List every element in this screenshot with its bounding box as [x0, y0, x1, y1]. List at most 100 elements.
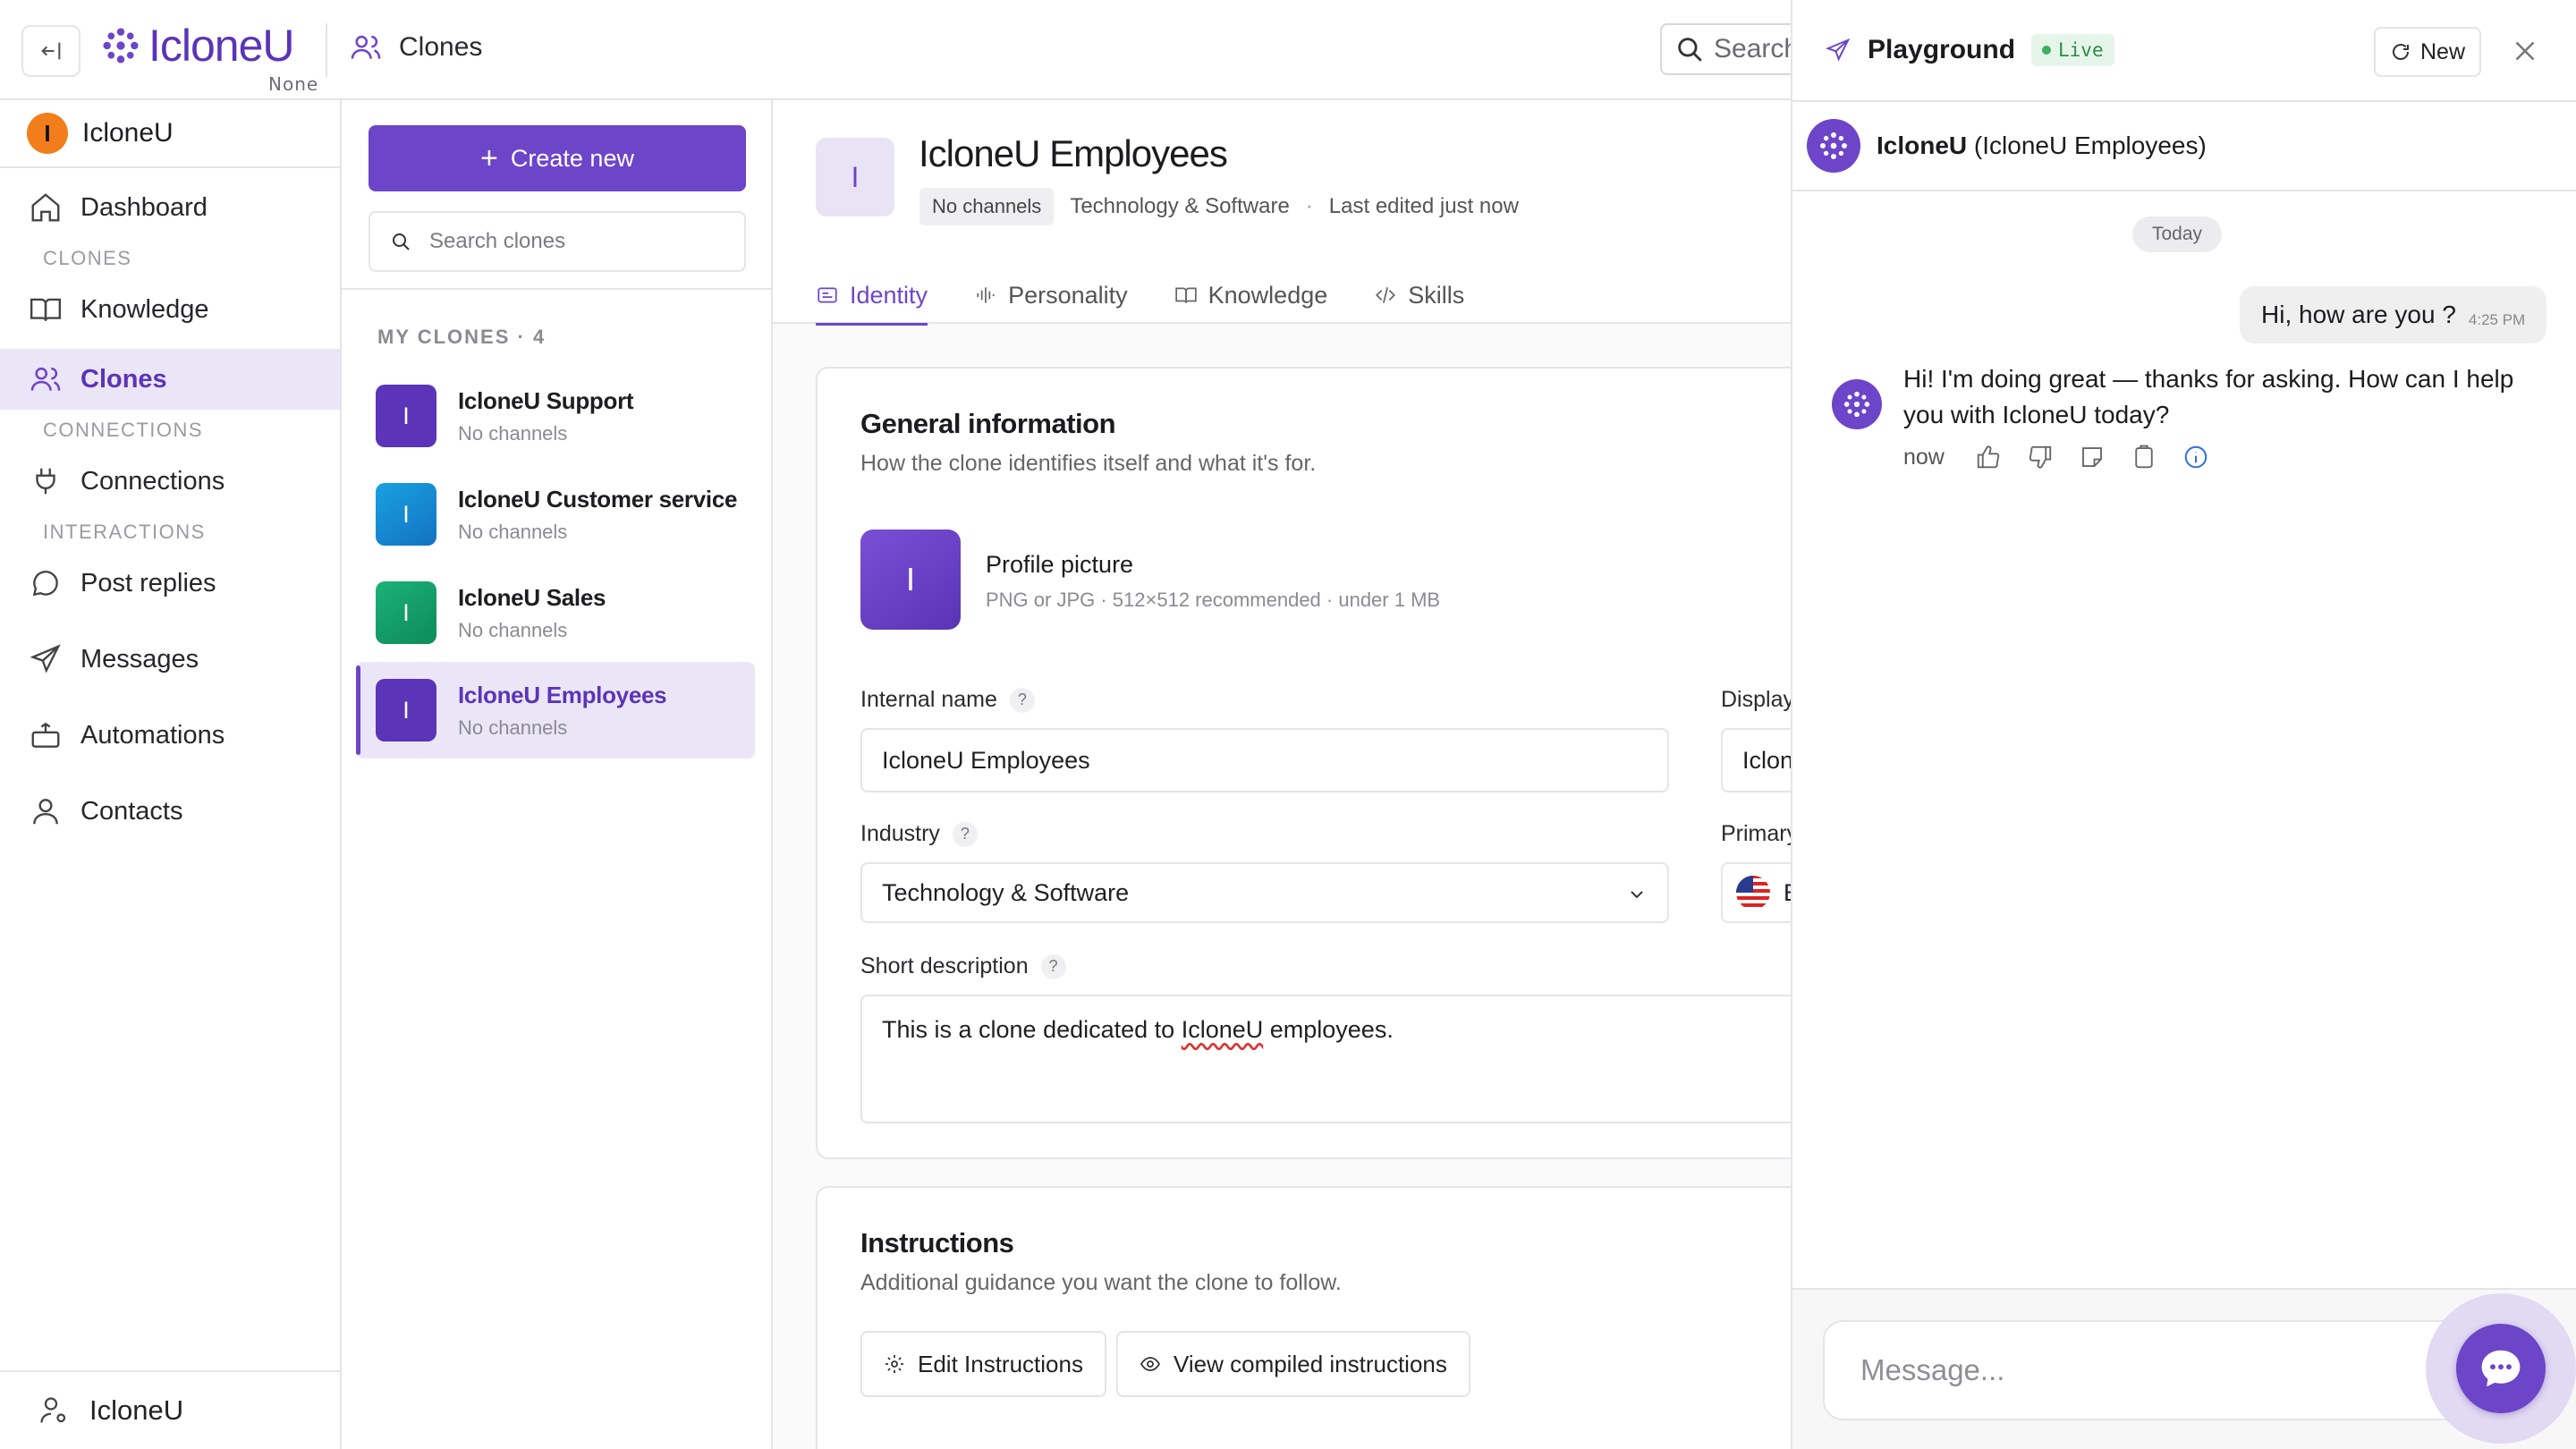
thumbs-up-icon[interactable] — [1975, 444, 2002, 470]
primary-language-select[interactable]: Eng — [1721, 862, 1791, 923]
tab-label: Knowledge — [1208, 281, 1328, 309]
brand-name: IcloneU — [148, 21, 295, 71]
select-value: Eng — [1784, 879, 1791, 907]
thumbs-down-icon[interactable] — [2027, 444, 2054, 470]
desc-text: This is a clone dedicated to — [882, 1016, 1182, 1043]
card-subtitle: Additional guidance you want the clone t… — [860, 1270, 1342, 1295]
industry-select[interactable]: Technology & Software — [860, 862, 1669, 923]
clone-item-sales[interactable]: I IcloneU Sales No channels — [356, 564, 755, 661]
sidebar-item-label: Connections — [80, 466, 225, 496]
help-icon[interactable]: ? — [1040, 953, 1066, 979]
sidebar-item-messages[interactable]: Messages — [0, 629, 340, 690]
org-switcher[interactable]: I IcloneU — [0, 100, 340, 168]
note-icon[interactable] — [2079, 444, 2106, 470]
input-placeholder: Message... — [1860, 1353, 2005, 1386]
book-icon — [1174, 287, 1197, 303]
book-icon — [30, 298, 62, 321]
top-bar: IcloneU None Clones Search — [0, 0, 1839, 100]
channels-chip: No channels — [919, 188, 1055, 225]
sidebar-item-clones[interactable]: Clones — [0, 349, 340, 410]
internal-name-input[interactable]: IcloneU Employees — [860, 728, 1669, 792]
card-title: Instructions — [860, 1227, 1014, 1258]
sidebar-item-label: Messages — [80, 644, 199, 674]
sidebar-item-contacts[interactable]: Contacts — [0, 781, 340, 842]
sidebar-item-knowledge[interactable]: Knowledge — [0, 279, 340, 340]
label-text: Industry — [860, 821, 940, 846]
edit-instructions-button[interactable]: Edit Instructions — [860, 1331, 1106, 1397]
clone-avatar: I — [376, 483, 436, 546]
label-text: Primary lar — [1721, 821, 1791, 846]
title-text: Playground — [1868, 35, 2016, 64]
sidebar-item-post-replies[interactable]: Post replies — [0, 553, 340, 614]
eye-icon — [1140, 1357, 1161, 1371]
clone-avatar: I — [376, 581, 436, 644]
collapse-icon — [41, 42, 61, 60]
search-clones-input[interactable]: Search clones — [369, 211, 746, 272]
bot-name-bold: IcloneU — [1877, 131, 1968, 159]
label-text: Short description — [860, 953, 1029, 979]
input-value: IcloneU Employees — [882, 746, 1090, 774]
sidebar-item-label: Post replies — [80, 568, 216, 597]
clone-avatar: I — [376, 385, 436, 447]
tab-personality[interactable]: Personality — [974, 267, 1128, 324]
user-settings-icon — [40, 1397, 66, 1423]
display-name-input[interactable]: IcloneU — [1721, 728, 1791, 792]
sidebar-item-label: Automations — [80, 720, 225, 750]
clone-meta: No channels Technology & Software · Last… — [919, 188, 1519, 225]
clone-title: IcloneU Employees — [919, 132, 1228, 174]
clone-item-employees[interactable]: I IcloneU Employees No channels — [356, 662, 755, 758]
sidebar-item-connections[interactable]: Connections — [0, 451, 340, 512]
short-description-textarea[interactable]: This is a clone dedicated to IcloneU emp… — [860, 995, 1791, 1123]
gear-icon — [886, 1355, 903, 1373]
create-new-button[interactable]: + Create new — [369, 125, 746, 191]
sidebar-item-automations[interactable]: Automations — [0, 705, 340, 766]
search-label: Search — [1714, 34, 1800, 64]
composer: Message... — [1792, 1288, 2576, 1449]
help-icon[interactable]: ? — [1009, 687, 1035, 713]
collapse-sidebar-button[interactable] — [21, 25, 80, 77]
user-icon — [33, 799, 58, 825]
tab-skills[interactable]: Skills — [1374, 267, 1464, 324]
my-clones-heading: MY CLONES · 4 — [377, 326, 547, 348]
info-icon[interactable] — [2182, 444, 2209, 470]
tab-label: Skills — [1408, 281, 1465, 309]
clone-item-support[interactable]: I IcloneU Support No channels — [356, 368, 755, 464]
chat-bubble-icon — [32, 571, 58, 597]
label-text: Display na — [1721, 687, 1791, 712]
section-clones: CLONES — [43, 247, 132, 269]
breadcrumb: Clones — [349, 30, 482, 64]
clone-avatar: I — [816, 138, 894, 216]
brand[interactable]: IcloneU — [100, 20, 295, 72]
button-label: Edit Instructions — [918, 1350, 1083, 1377]
tab-label: Identity — [850, 281, 928, 309]
message-time: 4:25 PM — [2468, 311, 2526, 328]
tabs: Identity Personality Knowledge Skills — [816, 267, 1464, 326]
sidebar-item-dashboard[interactable]: Dashboard — [0, 177, 340, 238]
help-icon[interactable]: ? — [952, 821, 978, 847]
user-menu[interactable]: IcloneU — [0, 1370, 340, 1449]
tab-knowledge[interactable]: Knowledge — [1174, 267, 1328, 324]
chat-launcher-button[interactable] — [2456, 1324, 2546, 1413]
clipboard-icon[interactable] — [2131, 444, 2157, 470]
sidebar-item-label: Clones — [80, 364, 167, 394]
tab-identity[interactable]: Identity — [816, 267, 928, 326]
profile-picture-hint: PNG or JPG · 512×512 recommended · under… — [986, 589, 1441, 611]
view-compiled-instructions-button[interactable]: View compiled instructions — [1116, 1331, 1470, 1397]
profile-picture[interactable]: I — [860, 530, 961, 630]
general-info-card: General information How the clone identi… — [816, 367, 1791, 1159]
clones-panel: + Create new Search clones MY CLONES · 4… — [342, 100, 773, 1449]
new-chat-button[interactable]: New — [2374, 27, 2481, 77]
clone-avatar: I — [376, 679, 436, 741]
chat-bubble-icon — [2481, 1350, 2521, 1387]
clone-item-customer-service[interactable]: I IcloneU Customer service No channels — [356, 466, 755, 563]
user-name: IcloneU — [89, 1394, 184, 1426]
chevron-down-icon — [1631, 891, 1643, 899]
tab-label: Personality — [1008, 281, 1128, 309]
close-icon[interactable] — [2508, 34, 2542, 68]
card-subtitle: How the clone identifies itself and what… — [860, 451, 1317, 476]
home-icon — [31, 193, 60, 222]
user-message: Hi, how are you ? 4:25 PM — [2240, 286, 2547, 343]
bot-logo-icon — [1820, 132, 1847, 159]
refresh-icon — [2392, 44, 2409, 60]
clone-name: IcloneU Employees — [458, 681, 667, 708]
